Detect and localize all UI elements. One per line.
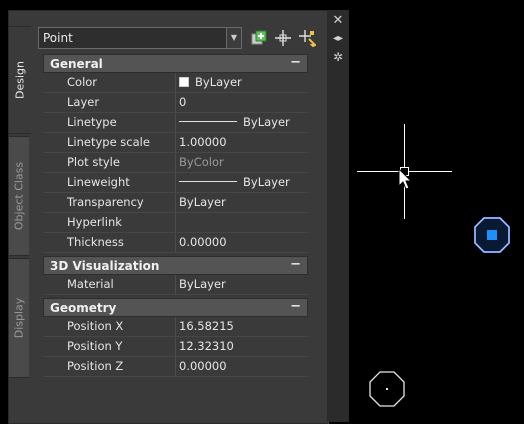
- property-value-position-y[interactable]: 12.32310: [176, 337, 308, 356]
- property-name: Color: [61, 73, 176, 92]
- category-geometry[interactable]: Geometry −: [43, 298, 308, 317]
- property-name: Position Z: [61, 357, 176, 376]
- property-name: Material: [61, 275, 176, 294]
- property-row-position-x[interactable]: Position X 16.58215: [43, 317, 308, 337]
- property-name: Linetype: [61, 113, 176, 132]
- property-name: Thickness: [61, 233, 176, 252]
- property-name: Transparency: [61, 193, 176, 212]
- property-value-position-z[interactable]: 0.00000: [176, 357, 308, 376]
- property-row-linetype-scale[interactable]: Linetype scale 1.00000: [43, 133, 308, 153]
- tab-display-label: Display: [12, 297, 26, 339]
- palette-toolbar: Point ▼: [38, 27, 318, 51]
- property-value-thickness[interactable]: 0.00000: [176, 233, 308, 252]
- collapse-icon[interactable]: −: [290, 257, 301, 272]
- palette-tabs: Design Object Class Display: [8, 26, 31, 378]
- property-row-hyperlink[interactable]: Hyperlink: [43, 213, 308, 233]
- property-value-transparency[interactable]: ByLayer: [176, 193, 308, 212]
- quick-select-add-icon[interactable]: [250, 29, 268, 47]
- property-row-plot-style[interactable]: Plot style ByColor: [43, 153, 308, 173]
- property-value-lineweight[interactable]: ByLayer: [176, 173, 308, 192]
- tab-design[interactable]: Design: [8, 26, 31, 134]
- quick-select-icon[interactable]: [298, 29, 316, 47]
- property-value-hyperlink[interactable]: [176, 213, 308, 232]
- property-value-layer[interactable]: 0: [176, 93, 308, 112]
- chevron-down-icon[interactable]: ▼: [226, 28, 241, 48]
- property-row-layer[interactable]: Layer 0: [43, 93, 308, 113]
- category-general[interactable]: General −: [43, 54, 308, 73]
- property-row-lineweight[interactable]: Lineweight ByLayer: [43, 173, 308, 193]
- palette-titlebar[interactable]: ✕ ◂▸ ✲: [327, 10, 349, 422]
- property-name: Position Y: [61, 337, 176, 356]
- select-objects-icon[interactable]: [274, 29, 292, 47]
- property-row-position-y[interactable]: Position Y 12.32310: [43, 337, 308, 357]
- lineweight-preview: [179, 181, 237, 182]
- category-3d-visualization[interactable]: 3D Visualization −: [43, 256, 308, 275]
- category-geometry-label: Geometry: [50, 301, 117, 315]
- point-grip-icon[interactable]: [472, 215, 512, 255]
- tab-design-label: Design: [13, 61, 27, 99]
- category-3d-visualization-label: 3D Visualization: [50, 259, 160, 273]
- autohide-icon[interactable]: ◂▸: [331, 32, 345, 46]
- property-name: Lineweight: [61, 173, 176, 192]
- property-row-thickness[interactable]: Thickness 0.00000: [43, 233, 308, 253]
- point-object-icon[interactable]: [368, 370, 406, 408]
- property-row-linetype[interactable]: Linetype ByLayer: [43, 113, 308, 133]
- linetype-preview: [179, 121, 237, 122]
- property-name: Position X: [61, 317, 176, 336]
- category-general-label: General: [50, 57, 103, 71]
- property-value-material[interactable]: ByLayer: [176, 275, 308, 294]
- object-type-value: Point: [43, 31, 73, 45]
- property-name: Plot style: [61, 153, 176, 172]
- collapse-icon[interactable]: −: [290, 299, 301, 314]
- tab-object-class[interactable]: Object Class: [8, 136, 29, 256]
- property-row-position-z[interactable]: Position Z 0.00000: [43, 357, 308, 377]
- color-swatch-icon: [179, 76, 189, 87]
- property-name: Hyperlink: [61, 213, 176, 232]
- property-row-color[interactable]: Color ByLayer: [43, 73, 308, 93]
- property-value-linetype-scale[interactable]: 1.00000: [176, 133, 308, 152]
- property-value-color[interactable]: ByLayer: [176, 73, 308, 92]
- property-value-linetype[interactable]: ByLayer: [176, 113, 308, 132]
- property-name: Linetype scale: [61, 133, 176, 152]
- property-value-plot-style: ByColor: [179, 155, 224, 169]
- property-grid: General − Color ByLayer Layer 0 Linetype…: [43, 54, 308, 377]
- cursor-arrow-icon: [398, 168, 413, 190]
- property-row-transparency[interactable]: Transparency ByLayer: [43, 193, 308, 213]
- property-name: Layer: [61, 93, 176, 112]
- close-icon[interactable]: ✕: [331, 14, 345, 28]
- property-value-position-x[interactable]: 16.58215: [176, 317, 308, 336]
- object-type-select[interactable]: Point ▼: [38, 27, 242, 49]
- tab-display[interactable]: Display: [8, 258, 29, 378]
- collapse-icon[interactable]: −: [290, 55, 301, 70]
- tab-object-class-label: Object Class: [12, 161, 26, 231]
- settings-icon[interactable]: ✲: [331, 50, 345, 64]
- property-row-material[interactable]: Material ByLayer: [43, 275, 308, 295]
